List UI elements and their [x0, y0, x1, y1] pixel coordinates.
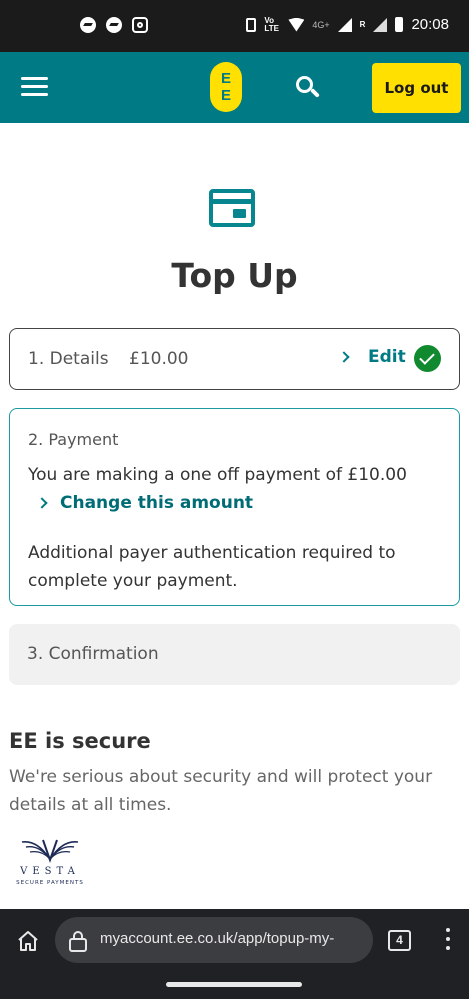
vesta-logo-text: VESTA — [20, 866, 80, 877]
step-details-amount: £10.00 — [129, 349, 189, 369]
edit-label: Edit — [368, 347, 406, 367]
ee-logo[interactable]: E E — [210, 62, 242, 112]
logo-letter: E — [220, 70, 231, 87]
authentication-message: Additional payer authentication required… — [28, 543, 396, 591]
check-circle-icon — [414, 345, 441, 372]
browser-toolbar: myaccount.ee.co.uk/app/topup-my- 4 — [0, 909, 469, 999]
search-icon[interactable] — [294, 74, 322, 102]
signal-icon-sim2 — [373, 17, 388, 32]
vesta-logo-subtext: SECURE PAYMENTS — [16, 880, 84, 886]
volte-label: Vo LTE — [264, 15, 279, 33]
step-details: 1. Details £10.00 Edit — [9, 328, 460, 390]
home-icon[interactable] — [16, 929, 40, 953]
site-header: E E Log out — [0, 52, 469, 123]
gesture-nav-handle[interactable] — [166, 982, 302, 987]
change-amount-link[interactable]: Change this amount — [36, 493, 254, 513]
edit-details-link[interactable]: Edit — [338, 347, 406, 367]
lock-icon — [69, 931, 87, 952]
instagram-icon — [132, 17, 148, 33]
url-text: myaccount.ee.co.uk/app/topup-my- — [100, 930, 335, 947]
network-type-label: 4G+ — [312, 19, 330, 30]
system-status-icons: Vo LTE 4G+ R 20:08 — [246, 16, 449, 33]
vesta-wings-icon — [21, 839, 79, 864]
page-title: Top Up — [171, 256, 298, 295]
status-bar: Vo LTE 4G+ R 20:08 — [0, 0, 469, 52]
address-bar[interactable]: myaccount.ee.co.uk/app/topup-my- — [55, 917, 373, 963]
wifi-icon — [288, 17, 305, 32]
step-confirmation-label: 3. Confirmation — [27, 644, 159, 664]
messenger-icon — [80, 17, 96, 33]
overflow-menu-icon[interactable] — [444, 928, 452, 954]
change-amount-label: Change this amount — [60, 493, 254, 513]
logout-button[interactable]: Log out — [372, 63, 461, 113]
notification-icons — [80, 17, 148, 33]
battery-icon — [395, 17, 404, 32]
chevron-right-icon — [36, 497, 48, 509]
vesta-logo: VESTA SECURE PAYMENTS — [12, 836, 88, 892]
menu-icon[interactable] — [21, 77, 48, 97]
clock: 20:08 — [411, 16, 449, 33]
vibrate-icon — [246, 17, 257, 32]
roaming-label: R — [359, 19, 366, 29]
logo-letter: E — [220, 87, 231, 104]
security-text: We're serious about security and will pr… — [9, 767, 433, 815]
step-payment-label: 2. Payment — [28, 430, 119, 449]
credit-card-icon — [209, 189, 255, 227]
messenger-icon — [106, 17, 122, 33]
signal-icon — [337, 17, 352, 32]
chevron-right-icon — [338, 351, 350, 363]
tab-switcher-button[interactable]: 4 — [388, 930, 411, 951]
step-details-label: 1. Details — [28, 349, 109, 369]
step-confirmation: 3. Confirmation — [9, 624, 460, 685]
security-title: EE is secure — [9, 729, 151, 753]
payment-amount-message: You are making a one off payment of £10.… — [28, 465, 407, 485]
step-payment: 2. Payment You are making a one off paym… — [9, 408, 460, 606]
